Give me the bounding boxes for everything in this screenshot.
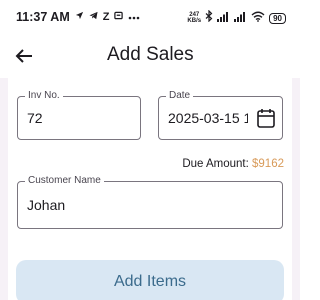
app-bar: Add Sales [0, 34, 300, 78]
more-dots-icon [128, 11, 140, 23]
status-left: 11:37 AM Z [16, 10, 140, 24]
bluetooth-icon [205, 9, 213, 27]
z-app-icon: Z [102, 11, 110, 23]
calendar-icon[interactable] [257, 108, 275, 133]
notification-app-icon [114, 11, 124, 23]
date-label: Date [166, 90, 194, 102]
inv-no-value: 72 [27, 110, 43, 126]
inv-no-field[interactable]: Inv No. 72 [17, 90, 141, 140]
due-amount-label: Due Amount: [182, 158, 249, 170]
page-title: Add Sales [107, 44, 194, 65]
back-button[interactable] [10, 42, 38, 70]
status-right: 247 KB/s 90 [187, 9, 286, 27]
due-amount-row: Due Amount: $9162 [182, 158, 284, 170]
network-speed-unit: KB/s [187, 18, 202, 24]
telegram-icon [89, 11, 98, 23]
status-bar: 11:37 AM Z 247 KB/s 90 [0, 0, 300, 34]
inv-no-label: Inv No. [25, 90, 63, 102]
customer-name-field[interactable]: Customer Name Johan [17, 175, 283, 229]
customer-name-value: Johan [27, 197, 66, 213]
add-items-button[interactable]: Add Items [16, 260, 284, 300]
cell-signal-icon-2 [234, 9, 247, 27]
network-speed: 247 KB/s [187, 12, 201, 24]
date-field[interactable]: Date 2025-03-15 1 [158, 90, 283, 140]
battery-icon: 90 [269, 12, 286, 24]
location-arrow-icon [75, 11, 84, 23]
due-amount-value: $9162 [252, 158, 284, 170]
customer-name-label: Customer Name [25, 175, 104, 187]
cell-signal-icon [217, 9, 230, 27]
status-time: 11:37 AM [16, 10, 70, 24]
date-value: 2025-03-15 1 [168, 110, 248, 126]
wifi-icon [251, 9, 265, 27]
add-items-label: Add Items [113, 273, 187, 290]
arrow-left-icon [15, 49, 32, 63]
